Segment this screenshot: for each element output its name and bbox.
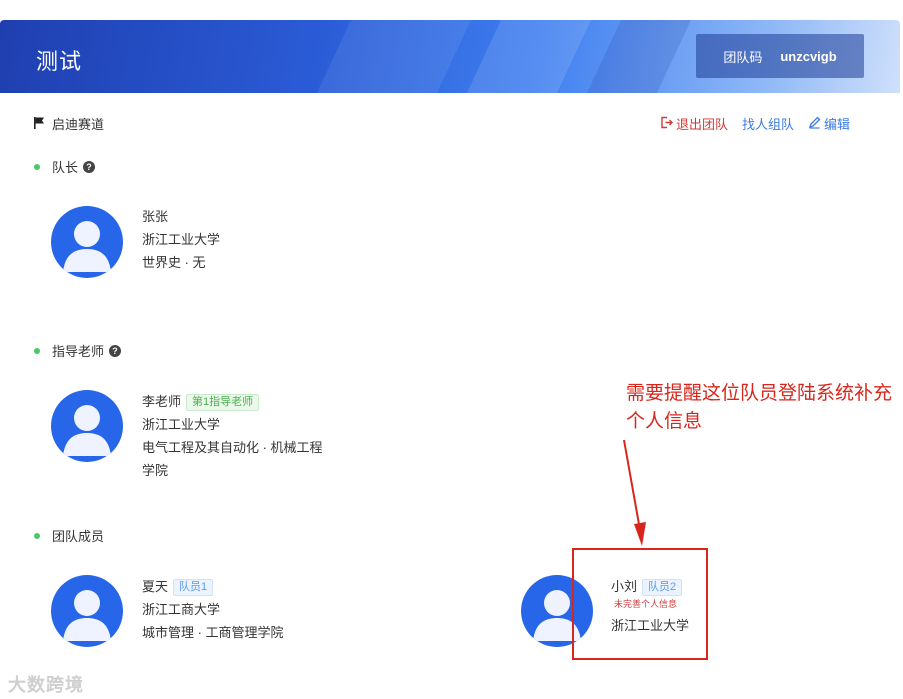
avatar xyxy=(51,390,123,462)
member-school: 浙江工商大学 xyxy=(142,602,221,617)
captain-info: 张张 浙江工业大学 世界史 · 无 xyxy=(142,205,220,274)
bullet-dot xyxy=(34,163,40,170)
avatar xyxy=(51,206,123,278)
help-icon[interactable]: ? xyxy=(109,344,122,357)
pencil-icon xyxy=(808,116,821,132)
flag-icon xyxy=(33,116,46,132)
track-label: 启迪赛道 xyxy=(52,117,105,132)
edit-label: 编辑 xyxy=(824,117,851,132)
watermark: 大数跨境 xyxy=(8,675,84,695)
member-school: 浙江工业大学 xyxy=(142,417,221,432)
team-actions: 退出团队 找人组队 编辑 xyxy=(660,114,850,133)
advisor-info: 李老师 第1指导老师 浙江工业大学 电气工程及其自动化 · 机械工程 学院 xyxy=(142,390,323,482)
annotation-highlight-box xyxy=(572,548,708,660)
annotation-arrow-icon xyxy=(623,439,646,546)
quit-team-button[interactable]: 退出团队 xyxy=(660,114,728,133)
member-name: 张张 xyxy=(142,209,169,224)
members-heading: 团队成员 xyxy=(34,526,104,545)
member-name: 李老师 xyxy=(142,394,182,409)
help-icon[interactable]: ? xyxy=(83,160,96,173)
advisor-heading-label: 指导老师 xyxy=(52,344,105,359)
advisor-heading: 指导老师 ? xyxy=(34,341,122,360)
member-detail: 电气工程及其自动化 · 机械工程 xyxy=(142,440,323,455)
annotation-note: 需要提醒这位队员登陆系统补充个人信息 xyxy=(626,383,893,432)
quit-team-label: 退出团队 xyxy=(676,117,729,132)
find-teammates-link[interactable]: 找人组队 xyxy=(742,114,794,133)
logout-icon xyxy=(660,116,673,132)
members-heading-label: 团队成员 xyxy=(52,529,105,544)
member-info: 夏天 队员1 浙江工商大学 城市管理 · 工商管理学院 xyxy=(142,575,284,644)
team-page: 测试 团队码 unzcvigb 启迪赛道 退出团队 找人组队 编辑 队长 ? 张… xyxy=(0,0,903,699)
team-code-label: 团队码 xyxy=(723,49,763,65)
edit-button[interactable]: 编辑 xyxy=(808,114,850,133)
member-detail: 城市管理 · 工商管理学院 xyxy=(142,625,284,640)
member-detail: 世界史 · 无 xyxy=(142,255,206,270)
member-school: 浙江工业大学 xyxy=(142,232,221,247)
find-teammates-label: 找人组队 xyxy=(742,117,795,132)
bullet-dot xyxy=(34,532,40,539)
captain-heading: 队长 ? xyxy=(34,157,96,176)
captain-heading-label: 队长 xyxy=(52,160,79,175)
team-banner: 测试 团队码 unzcvigb xyxy=(0,20,900,93)
team-title: 测试 xyxy=(36,49,83,74)
avatar xyxy=(51,575,123,647)
member-detail-continued: 学院 xyxy=(142,463,169,478)
track-info: 启迪赛道 xyxy=(33,114,104,133)
member-name: 夏天 xyxy=(142,579,169,594)
advisor-role-badge: 第1指导老师 xyxy=(186,394,260,411)
member-role-badge: 队员1 xyxy=(173,579,214,596)
team-code-value: unzcvigb xyxy=(780,48,837,64)
team-code-box: 团队码 unzcvigb xyxy=(696,34,864,78)
bullet-dot xyxy=(34,347,40,354)
